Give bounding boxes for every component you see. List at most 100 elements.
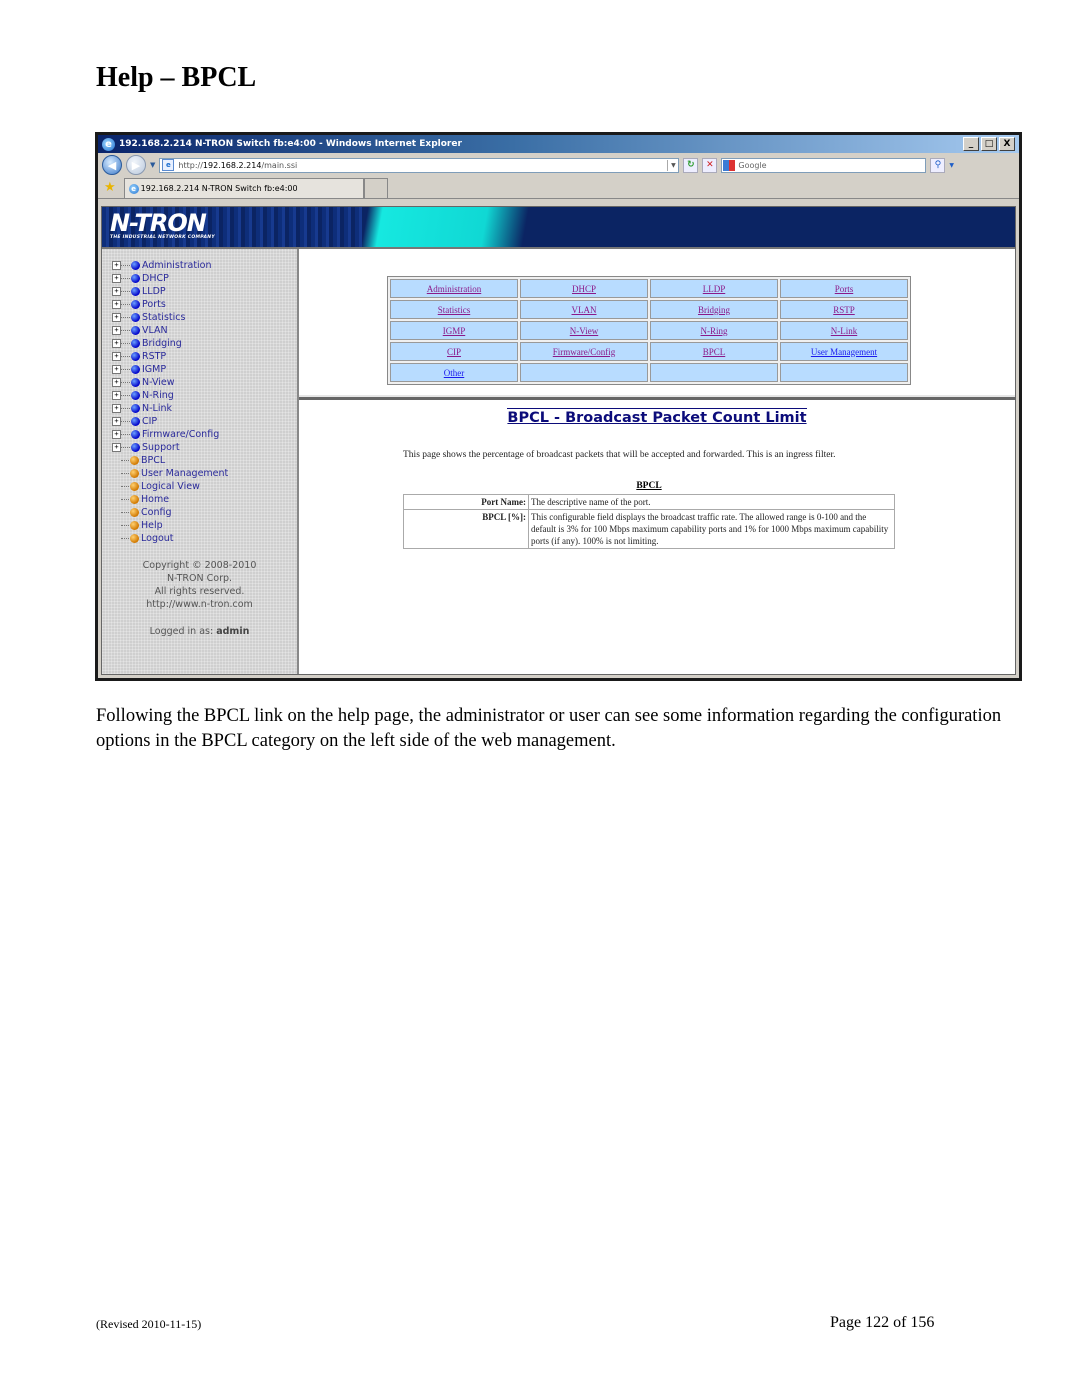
refresh-button[interactable]: ↻ <box>683 157 699 173</box>
tab-active[interactable]: e 192.168.2.214 N-TRON Switch fb:e4:00 <box>123 178 364 198</box>
help-link-igmp[interactable]: IGMP <box>443 326 466 336</box>
help-link-rstp[interactable]: RSTP <box>833 305 855 315</box>
sidebar-item-n-ring[interactable]: + N-Ring <box>112 389 297 402</box>
sidebar-item-support[interactable]: + Support <box>112 441 297 454</box>
table-row: Port Name: The descriptive name of the p… <box>403 494 895 510</box>
table-row: BPCL [%]: This configurable field displa… <box>403 509 895 549</box>
help-link-n-ring[interactable]: N-Ring <box>701 326 728 336</box>
new-tab-button[interactable] <box>363 178 388 198</box>
stop-button[interactable]: ✕ <box>702 157 718 173</box>
folder-bullet-icon <box>131 443 140 452</box>
recent-pages-dropdown-icon[interactable]: ▼ <box>150 161 155 169</box>
expand-icon[interactable]: + <box>112 430 121 439</box>
logged-in-user: admin <box>216 626 250 637</box>
sidebar-item-label: User Management <box>141 468 229 479</box>
sidebar-item-home[interactable]: Home <box>112 493 297 506</box>
sidebar-item-n-view[interactable]: + N-View <box>112 376 297 389</box>
sidebar-item-n-link[interactable]: + N-Link <box>112 402 297 415</box>
expand-icon[interactable]: + <box>112 326 121 335</box>
address-dropdown-icon[interactable]: ▼ <box>667 159 678 171</box>
help-link-ports[interactable]: Ports <box>835 284 854 294</box>
nav-cell: RSTP <box>780 300 908 319</box>
nav-cell: BPCL <box>650 342 778 361</box>
nav-cell: DHCP <box>520 279 648 298</box>
forward-button[interactable]: ▶ <box>126 155 146 175</box>
help-link-cip[interactable]: CIP <box>447 347 461 357</box>
tab-label: 192.168.2.214 N-TRON Switch fb:e4:00 <box>140 184 298 193</box>
expand-icon[interactable]: + <box>112 391 121 400</box>
sidebar-item-igmp[interactable]: + IGMP <box>112 363 297 376</box>
help-link-statistics[interactable]: Statistics <box>438 305 471 315</box>
help-nav-table: Administration DHCP LLDP Ports Statistics VLA… <box>387 276 911 385</box>
nav-row: IGMP N-View N-Ring N-Link <box>390 321 908 340</box>
search-button[interactable]: ⚲ <box>930 157 946 173</box>
expand-icon[interactable]: + <box>112 365 121 374</box>
help-link-firmware-config[interactable]: Firmware/Config <box>553 347 616 357</box>
page-icon: e <box>162 159 175 171</box>
sidebar-item-cip[interactable]: + CIP <box>112 415 297 428</box>
help-link-n-link[interactable]: N-Link <box>831 326 858 336</box>
field-name: BPCL [%]: <box>403 509 529 549</box>
sidebar-item-logout[interactable]: Logout <box>112 532 297 545</box>
sidebar-item-help[interactable]: Help <box>112 519 297 532</box>
help-link-administration[interactable]: Administration <box>427 284 482 294</box>
sidebar-item-label: DHCP <box>142 273 169 284</box>
sidebar-item-label: N-Ring <box>142 390 174 401</box>
help-link-n-view[interactable]: N-View <box>570 326 598 336</box>
sidebar-item-label: N-View <box>142 377 175 388</box>
sidebar-item-administration[interactable]: + Administration <box>112 259 297 272</box>
help-link-lldp[interactable]: LLDP <box>703 284 726 294</box>
favorites-star-icon[interactable]: ★ <box>104 180 116 195</box>
help-link-bridging[interactable]: Bridging <box>698 305 730 315</box>
expand-icon[interactable]: + <box>112 274 121 283</box>
main-content: Administration DHCP LLDP Ports Statistics VLA… <box>299 249 1015 674</box>
expand-icon[interactable]: + <box>112 287 121 296</box>
expand-icon[interactable]: + <box>112 261 121 270</box>
help-link-user-management[interactable]: User Management <box>811 347 877 357</box>
help-link-vlan[interactable]: VLAN <box>572 305 597 315</box>
sidebar-item-config[interactable]: Config <box>112 506 297 519</box>
google-icon <box>723 159 736 171</box>
field-name: Port Name: <box>403 494 529 510</box>
sidebar-item-firmware-config[interactable]: + Firmware/Config <box>112 428 297 441</box>
sidebar-item-statistics[interactable]: + Statistics <box>112 311 297 324</box>
sidebar-item-vlan[interactable]: + VLAN <box>112 324 297 337</box>
expand-icon[interactable]: + <box>112 313 121 322</box>
expand-icon[interactable]: + <box>112 404 121 413</box>
nav-cell: N-Ring <box>650 321 778 340</box>
frame-divider[interactable] <box>299 395 1015 400</box>
sidebar-item-dhcp[interactable]: + DHCP <box>112 272 297 285</box>
minimize-button[interactable]: _ <box>963 137 979 151</box>
website-text: http://www.n-tron.com <box>146 599 253 610</box>
sidebar-item-logical-view[interactable]: Logical View <box>112 480 297 493</box>
browser-window: e 192.168.2.214 N-TRON Switch fb:e4:00 -… <box>98 135 1019 678</box>
field-description: This configurable field displays the bro… <box>528 509 895 549</box>
help-link-bpcl[interactable]: BPCL <box>703 347 726 357</box>
sidebar-item-bpcl[interactable]: BPCL <box>112 454 297 467</box>
search-options-dropdown-icon[interactable]: ▼ <box>949 162 954 169</box>
back-button[interactable]: ◀ <box>102 155 122 175</box>
expand-icon[interactable]: + <box>112 378 121 387</box>
window-titlebar: e 192.168.2.214 N-TRON Switch fb:e4:00 -… <box>98 135 1019 153</box>
maximize-button[interactable]: □ <box>981 137 997 151</box>
help-link-other[interactable]: Other <box>444 368 465 378</box>
sidebar-item-lldp[interactable]: + LLDP <box>112 285 297 298</box>
expand-icon[interactable]: + <box>112 443 121 452</box>
expand-icon[interactable]: + <box>112 300 121 309</box>
sidebar-item-user-management[interactable]: User Management <box>112 467 297 480</box>
help-description: This page shows the percentage of broadc… <box>403 450 836 460</box>
expand-icon[interactable]: + <box>112 339 121 348</box>
sidebar-item-bridging[interactable]: + Bridging <box>112 337 297 350</box>
search-input[interactable]: Google <box>721 157 927 173</box>
sidebar-item-ports[interactable]: + Ports <box>112 298 297 311</box>
sidebar-item-label: Statistics <box>142 312 186 323</box>
expand-icon[interactable]: + <box>112 417 121 426</box>
sidebar-item-rstp[interactable]: + RSTP <box>112 350 297 363</box>
close-button[interactable]: X <box>999 137 1015 151</box>
help-link-dhcp[interactable]: DHCP <box>572 284 596 294</box>
nav-cell: Firmware/Config <box>520 342 648 361</box>
sidebar-item-label: Administration <box>142 260 212 271</box>
expand-icon[interactable]: + <box>112 352 121 361</box>
address-bar[interactable]: e http://192.168.2.214/main.ssi ▼ <box>159 157 680 173</box>
footer-page-number: Page 122 of 156 <box>830 1314 935 1331</box>
